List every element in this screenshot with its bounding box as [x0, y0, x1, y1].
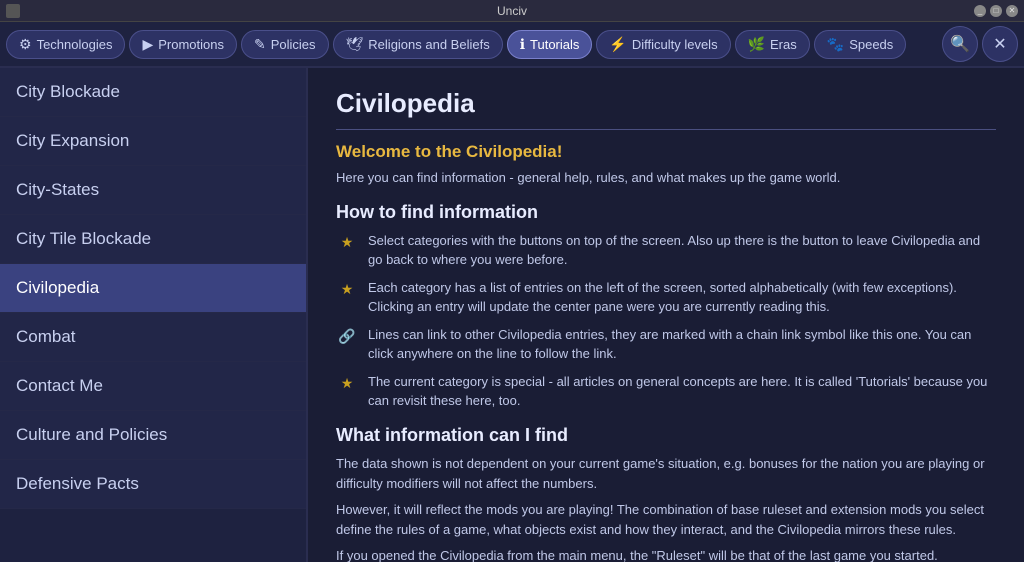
bullet-4: ★ The current category is special - all … [336, 372, 996, 411]
close-button[interactable]: ✕ [1006, 5, 1018, 17]
para-1: The data shown is not dependent on your … [336, 454, 996, 494]
sidebar-item-city-tile-blockade[interactable]: City Tile Blockade [0, 215, 306, 264]
bullet-text-1: Select categories with the buttons on to… [368, 231, 996, 270]
speeds-label: Speeds [849, 37, 893, 52]
nav-eras[interactable]: 🌿 Eras [735, 30, 810, 59]
speeds-icon: 🐾 [827, 36, 844, 53]
page-title: Civilopedia [336, 88, 996, 130]
nav-speeds[interactable]: 🐾 Speeds [814, 30, 907, 59]
search-icon: 🔍 [950, 34, 970, 54]
star-icon-1: ★ [336, 232, 358, 254]
technologies-label: Technologies [37, 37, 113, 52]
sidebar-item-culture-policies[interactable]: Culture and Policies [0, 411, 306, 460]
sidebar-item-city-blockade[interactable]: City Blockade [0, 68, 306, 117]
welcome-heading: Welcome to the Civilopedia! [336, 142, 996, 162]
maximize-button[interactable]: □ [990, 5, 1002, 17]
app-icon [6, 4, 20, 18]
eras-label: Eras [770, 37, 797, 52]
policies-icon: ✎ [254, 36, 266, 53]
tutorials-icon: ℹ [520, 36, 525, 53]
religions-icon: 🕊 [346, 36, 364, 53]
para-3: If you opened the Civilopedia from the m… [336, 546, 996, 562]
para-2: However, it will reflect the mods you ar… [336, 500, 996, 540]
content-area: Civilopedia Welcome to the Civilopedia! … [308, 68, 1024, 562]
close-nav-button[interactable]: ✕ [982, 26, 1018, 62]
promotions-icon: ▶ [142, 36, 153, 53]
intro-text: Here you can find information - general … [336, 168, 996, 188]
bullet-text-4: The current category is special - all ar… [368, 372, 996, 411]
close-nav-icon: ✕ [993, 34, 1006, 54]
promotions-label: Promotions [158, 37, 224, 52]
nav-policies[interactable]: ✎ Policies [241, 30, 329, 59]
bullet-3: 🔗 Lines can link to other Civilopedia en… [336, 325, 996, 364]
technologies-icon: ⚙ [19, 36, 32, 53]
search-button[interactable]: 🔍 [942, 26, 978, 62]
sidebar-item-combat[interactable]: Combat [0, 313, 306, 362]
tutorials-label: Tutorials [530, 37, 579, 52]
section1-heading: How to find information [336, 202, 996, 223]
policies-label: Policies [271, 37, 316, 52]
window-title: Unciv [497, 4, 527, 18]
eras-icon: 🌿 [748, 36, 765, 53]
section2-heading: What information can I find [336, 425, 996, 446]
minimize-button[interactable]: _ [974, 5, 986, 17]
sidebar-item-city-expansion[interactable]: City Expansion [0, 117, 306, 166]
sidebar-item-defensive-pacts[interactable]: Defensive Pacts [0, 460, 306, 509]
main-layout: City Blockade City Expansion City-States… [0, 68, 1024, 562]
sidebar-item-contact-me[interactable]: Contact Me [0, 362, 306, 411]
sidebar: City Blockade City Expansion City-States… [0, 68, 308, 562]
bullet-text-3: Lines can link to other Civilopedia entr… [368, 325, 996, 364]
nav-promotions[interactable]: ▶ Promotions [129, 30, 237, 59]
nav-religions[interactable]: 🕊 Religions and Beliefs [333, 30, 503, 59]
religions-label: Religions and Beliefs [368, 37, 489, 52]
bullet-text-2: Each category has a list of entries on t… [368, 278, 996, 317]
star-icon-2: ★ [336, 279, 358, 301]
difficulty-icon: ⚡ [609, 36, 626, 53]
nav-technologies[interactable]: ⚙ Technologies [6, 30, 125, 59]
window-controls[interactable]: _ □ ✕ [974, 5, 1018, 17]
nav-difficulty[interactable]: ⚡ Difficulty levels [596, 30, 730, 59]
sidebar-item-city-states[interactable]: City-States [0, 166, 306, 215]
navbar: ⚙ Technologies ▶ Promotions ✎ Policies 🕊… [0, 22, 1024, 68]
bullet-2: ★ Each category has a list of entries on… [336, 278, 996, 317]
star-icon-3: ★ [336, 373, 358, 395]
nav-tutorials[interactable]: ℹ Tutorials [507, 30, 593, 59]
difficulty-label: Difficulty levels [632, 37, 718, 52]
chain-icon: 🔗 [336, 326, 358, 348]
titlebar: Unciv _ □ ✕ [0, 0, 1024, 22]
bullet-1: ★ Select categories with the buttons on … [336, 231, 996, 270]
sidebar-item-civilopedia[interactable]: Civilopedia [0, 264, 306, 313]
